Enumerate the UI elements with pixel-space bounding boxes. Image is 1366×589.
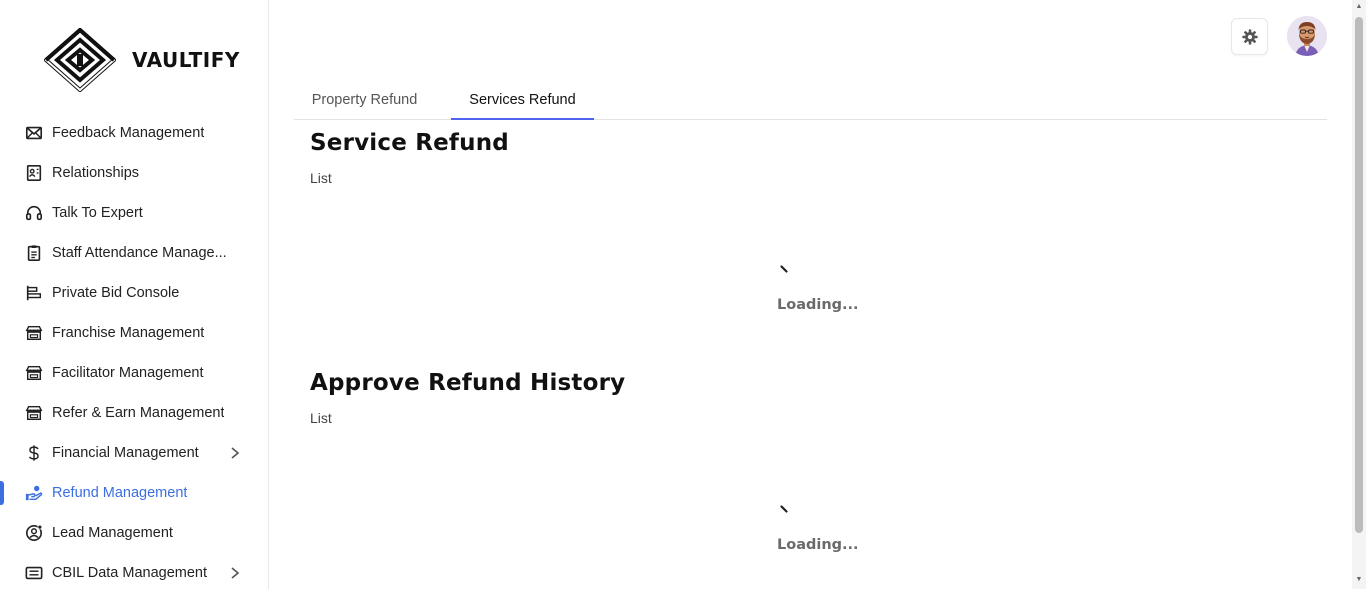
loading-text: Loading... [777,297,859,313]
tab-property-refund[interactable]: Property Refund [294,80,435,119]
sidebar-item-label: Talk To Expert [52,205,143,221]
approve-refund-history-title: Approve Refund History [310,370,626,396]
sidebar-item-talk-to-expert[interactable]: Talk To Expert [0,193,268,233]
store-icon [24,323,44,343]
scroll-down-arrow-icon[interactable]: ▼ [1355,576,1363,584]
spinner-icon [780,505,788,513]
sidebar-item-refund-management[interactable]: Refund Management [0,473,268,513]
sidebar-item-feedback-management[interactable]: Feedback Management [0,113,268,153]
sidebar-item-refer-earn-management[interactable]: Refer & Earn Management [0,393,268,433]
contact-card-icon [24,163,44,183]
spinner-icon [780,265,788,273]
service-refund-title: Service Refund [310,130,509,156]
sidebar-item-label: CBIL Data Management [52,565,208,581]
sidebar-item-label: Lead Management [52,525,173,541]
sidebar-item-label: Financial Management [52,445,199,461]
sidebar: VAULTIFY Feedback Management Relationshi… [0,0,269,589]
avatar-icon [1287,16,1327,56]
list-card-icon [24,563,44,583]
brand-name: VAULTIFY [132,48,240,72]
sidebar-item-label: Facilitator Management [52,365,204,381]
sidebar-item-cbil-data-management[interactable]: CBIL Data Management [0,553,268,589]
sidebar-item-label: Private Bid Console [52,285,180,301]
brand[interactable]: VAULTIFY [44,28,240,92]
sidebar-item-staff-attendance[interactable]: Staff Attendance Manage... [0,233,268,273]
bid-chart-icon [24,283,44,303]
approve-refund-history-loader: Loading... [777,503,877,553]
sidebar-item-relationships[interactable]: Relationships [0,153,268,193]
loading-text: Loading... [777,537,859,553]
refund-tabs: Property Refund Services Refund [294,80,1327,120]
chevron-right-icon[interactable] [228,445,242,461]
hand-coin-icon [24,483,44,503]
sidebar-item-label: Feedback Management [52,125,205,141]
user-avatar[interactable] [1287,16,1327,56]
scroll-up-arrow-icon[interactable]: ▲ [1355,3,1363,11]
service-refund-subtitle: List [310,170,332,186]
sidebar-item-facilitator-management[interactable]: Facilitator Management [0,353,268,393]
sidebar-nav: Feedback Management Relationships Talk T… [0,113,268,589]
settings-button[interactable] [1231,18,1268,55]
headphones-icon [24,203,44,223]
sidebar-item-label: Franchise Management [52,325,205,341]
user-target-icon [24,523,44,543]
tab-services-refund[interactable]: Services Refund [451,80,594,120]
sidebar-item-financial-management[interactable]: Financial Management [0,433,268,473]
vaultify-logo-icon [44,28,116,92]
store-icon [24,363,44,383]
store-icon [24,403,44,423]
scrollbar-thumb[interactable] [1355,17,1363,533]
sidebar-item-label: Refer & Earn Management [52,405,225,421]
service-refund-loader: Loading... [777,263,877,313]
sidebar-item-label: Refund Management [52,485,188,501]
page-scrollbar[interactable]: ▲ ▼ [1352,0,1366,589]
approve-refund-history-subtitle: List [310,410,332,426]
sidebar-item-label: Relationships [52,165,140,181]
mail-icon [24,123,44,143]
dollar-icon [24,443,44,463]
chevron-right-icon[interactable] [228,565,242,581]
sidebar-item-franchise-management[interactable]: Franchise Management [0,313,268,353]
gear-icon [1241,28,1258,45]
sidebar-item-lead-management[interactable]: Lead Management [0,513,268,553]
clipboard-icon [24,243,44,263]
sidebar-item-private-bid-console[interactable]: Private Bid Console [0,273,268,313]
sidebar-item-label: Staff Attendance Manage... [52,245,227,261]
